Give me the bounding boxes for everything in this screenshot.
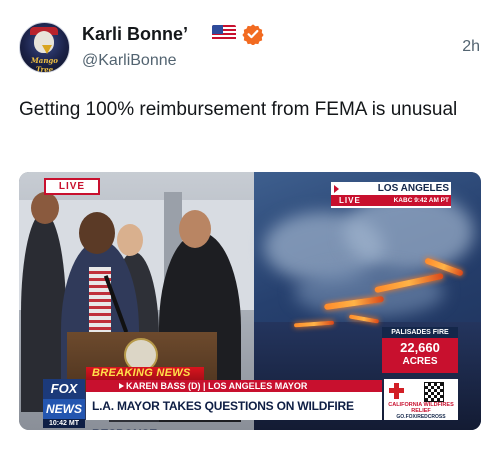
verified-badge-icon (242, 24, 264, 45)
qr-code-icon (424, 382, 444, 402)
news-headline: L.A. MAYOR TAKES QUESTIONS ON WILDFIRE R… (86, 392, 382, 430)
location-live-bar: LIVE KABC 9:42 AM PT (331, 195, 451, 206)
live-badge: LIVE (44, 178, 100, 195)
fox-logo-top: FOX (50, 381, 78, 396)
location-name: LOS ANGELES (377, 183, 449, 194)
promo-url: GO.FOX/REDCROSS (396, 414, 446, 420)
fire-acreage-value: 22,660 (400, 340, 440, 355)
fire-name-label: PALISADES FIRE (382, 327, 458, 338)
post-timestamp[interactable]: 2h (462, 38, 480, 56)
speaker-subline: KAREN BASS (D) | LOS ANGELES MAYOR (86, 380, 382, 392)
tweet-card[interactable]: Mango Tree Karli Bonne’ @KarliBonne 2h G… (0, 0, 500, 450)
location-bug: LOS ANGELES LIVE KABC 9:42 AM PT (331, 182, 451, 208)
news-lower-third: BREAKING NEWS KAREN BASS (D) | LOS ANGEL… (19, 367, 481, 430)
post-text: Getting 100% reimbursement from FEMA is … (19, 99, 458, 120)
play-arrow-icon (119, 383, 124, 389)
speaker-subline-text: KAREN BASS (D) | LOS ANGELES MAYOR (126, 381, 308, 391)
author-avatar[interactable]: Mango Tree (19, 22, 70, 73)
author-display-name[interactable]: Karli Bonne’ (82, 24, 188, 45)
author-handle[interactable]: @KarliBonne (82, 52, 177, 70)
fox-logo-bottom: NEWS (43, 399, 85, 419)
us-flag-icon (212, 25, 236, 41)
red-cross-promo: CALIFORNIA WILDFIRES RELIEF GO.FOX/REDCR… (384, 379, 458, 420)
broadcast-clock: 10:42 MT (43, 419, 85, 428)
avatar-beak-shape (42, 45, 52, 54)
promo-title: CALIFORNIA WILDFIRES RELIEF (388, 402, 454, 414)
location-live-text: LIVE (339, 196, 361, 205)
location-station-time: KABC 9:42 AM PT (393, 197, 449, 204)
video-thumbnail[interactable]: LIVE LOS ANGELES LIVE KABC 9:42 AM PT PA… (19, 172, 481, 430)
breaking-news-label: BREAKING NEWS (86, 367, 204, 380)
fox-news-logo: FOX NEWS (43, 379, 85, 419)
avatar-logo-text: Mango Tree (31, 56, 58, 73)
